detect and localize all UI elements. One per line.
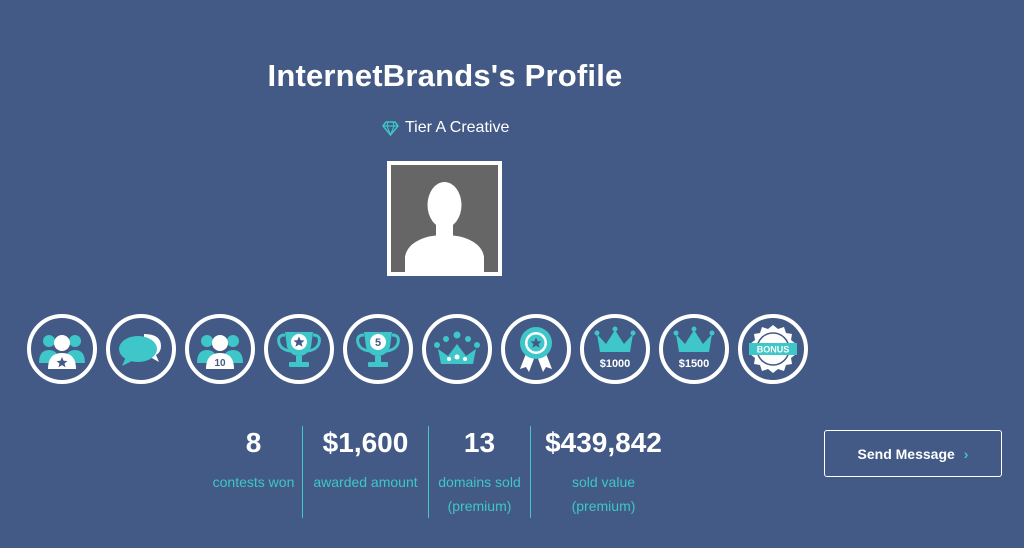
stat-label: awarded amount bbox=[313, 474, 418, 490]
page-title: InternetBrands's Profile bbox=[267, 58, 623, 93]
badge-chat[interactable] bbox=[106, 314, 176, 384]
badge-award[interactable] bbox=[501, 314, 571, 384]
stat-awarded-amount: $1,600 awarded amount bbox=[302, 426, 428, 518]
crown-1500-icon: $1500 bbox=[673, 326, 715, 370]
avatar bbox=[387, 161, 502, 276]
tier-badge: Tier A Creative bbox=[382, 119, 509, 137]
tier-label: Tier A Creative bbox=[405, 119, 510, 136]
badge-1500-text: $1500 bbox=[679, 358, 710, 370]
badge-community-10[interactable]: 10 bbox=[185, 314, 255, 384]
badge-10-text: 10 bbox=[214, 358, 226, 369]
stat-contests-won: 8 contests won bbox=[205, 426, 302, 518]
badge-trophy-star[interactable] bbox=[264, 314, 334, 384]
stat-value: $439,842 bbox=[545, 427, 662, 458]
community-star-icon bbox=[39, 335, 85, 369]
badge-crown-dots[interactable] bbox=[422, 314, 492, 384]
trophy-star-icon bbox=[277, 332, 321, 367]
stat-sub: (premium) bbox=[447, 498, 512, 514]
stat-value: $1,600 bbox=[322, 427, 409, 458]
stats-row: 8 contests won $1,600 awarded amount 13 … bbox=[205, 426, 676, 518]
stat-label: sold value bbox=[571, 474, 636, 490]
badge-community-star[interactable] bbox=[27, 314, 97, 384]
badge-bonus[interactable]: BONUS bbox=[738, 314, 808, 384]
stat-label: contests won bbox=[212, 474, 295, 490]
stat-domains-sold: 13 domains sold (premium) bbox=[428, 426, 530, 518]
diamond-icon bbox=[382, 120, 399, 136]
stat-value: 8 bbox=[245, 427, 262, 458]
badge-1000-text: $1000 bbox=[600, 358, 631, 370]
badge-list: 10 5 $1000 $1500 BONUS bbox=[27, 314, 808, 384]
community-10-icon: 10 bbox=[197, 335, 243, 369]
crown-1000-icon: $1000 bbox=[594, 326, 636, 370]
badge-5-text: 5 bbox=[375, 337, 381, 349]
user-silhouette-icon bbox=[391, 165, 498, 272]
stat-label: domains sold bbox=[438, 474, 521, 490]
bonus-badge-icon: BONUS bbox=[749, 325, 797, 373]
award-ribbon-icon bbox=[520, 327, 552, 372]
chat-bubbles-icon bbox=[119, 334, 161, 366]
send-message-label: Send Message bbox=[857, 445, 955, 462]
send-message-button[interactable]: Send Message › bbox=[824, 430, 1002, 477]
badge-crown-1000[interactable]: $1000 bbox=[580, 314, 650, 384]
badge-trophy-5[interactable]: 5 bbox=[343, 314, 413, 384]
chevron-right-icon: › bbox=[963, 445, 969, 462]
stat-sold-value: $439,842 sold value (premium) bbox=[530, 426, 676, 518]
stat-sub: (premium) bbox=[571, 498, 636, 514]
stat-value: 13 bbox=[463, 427, 496, 458]
crown-dots-icon bbox=[434, 331, 480, 364]
badge-crown-1500[interactable]: $1500 bbox=[659, 314, 729, 384]
trophy-5-icon: 5 bbox=[356, 332, 400, 367]
badge-bonus-text: BONUS bbox=[757, 345, 790, 355]
